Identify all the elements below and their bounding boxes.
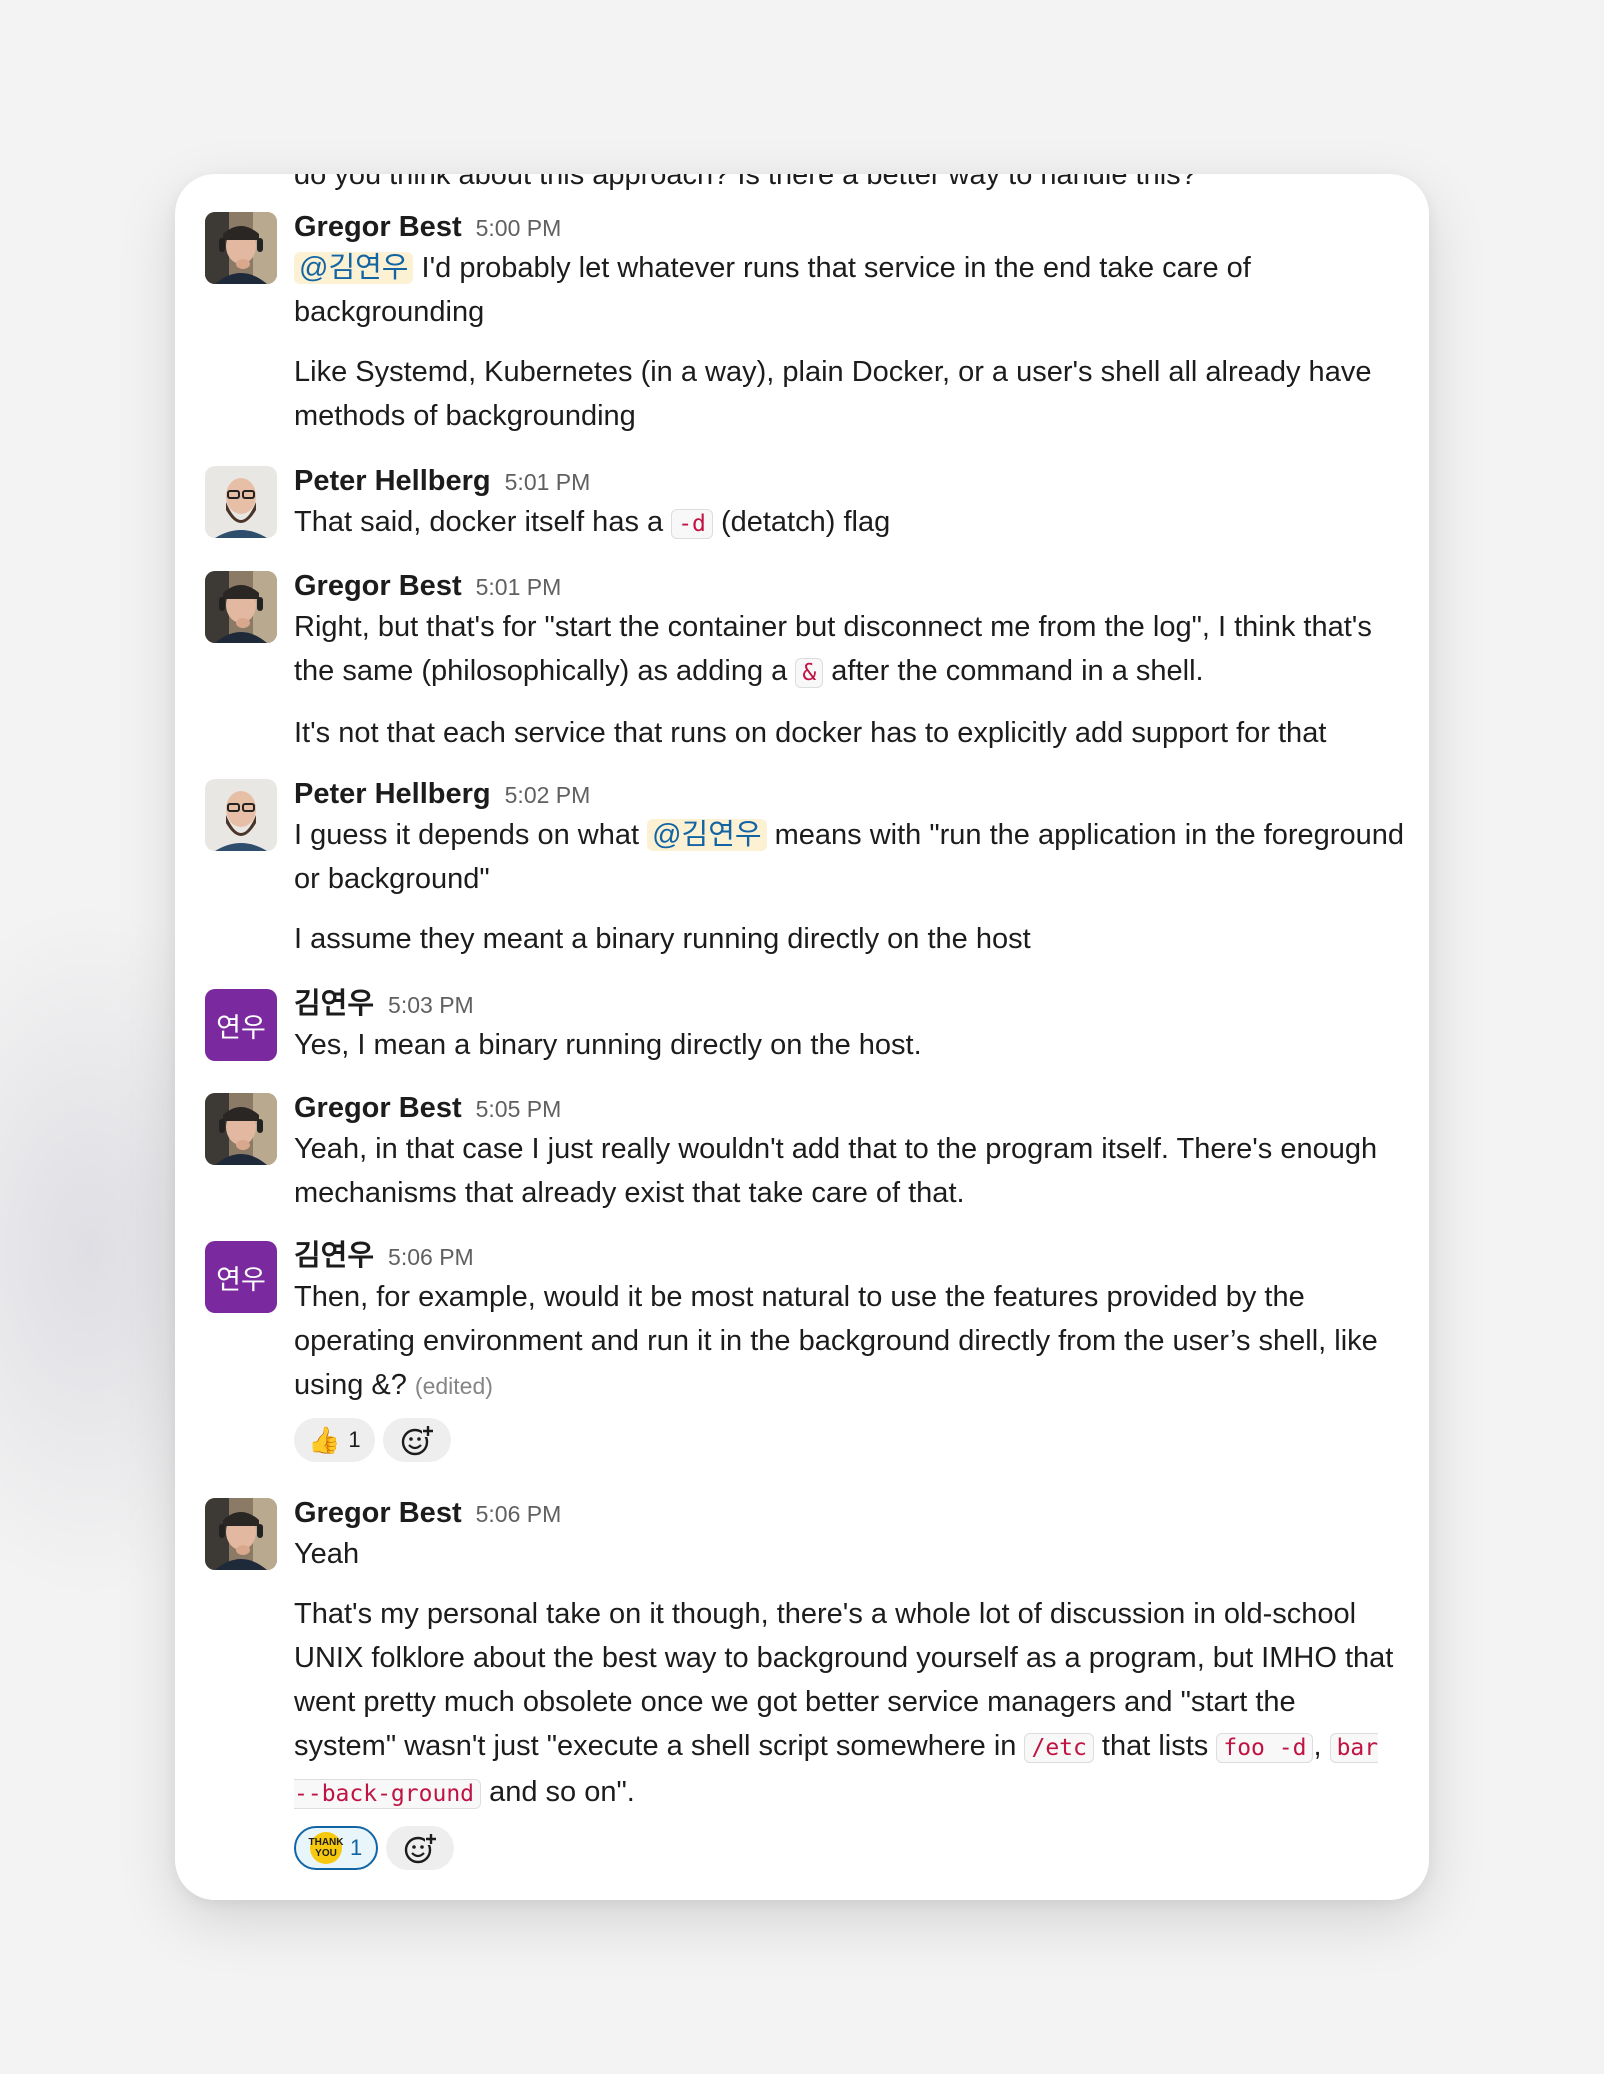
author-name[interactable]: 김연우 xyxy=(294,1240,374,1272)
timestamp[interactable]: 5:03 PM xyxy=(388,992,474,1018)
message-text: Like Systemd, Kubernetes (in a way), pla… xyxy=(294,356,1372,432)
timestamp[interactable]: 5:06 PM xyxy=(476,1501,562,1527)
message-text: after the command in a shell. xyxy=(823,655,1204,687)
cutoff-message-text: do you think about this approach? Is the… xyxy=(294,174,1197,191)
reaction-thank-you[interactable]: THANK YOU 1 xyxy=(294,1826,379,1870)
inline-code: foo -d xyxy=(1216,1733,1314,1763)
message-text: (detatch) flag xyxy=(712,506,891,538)
author-name[interactable]: Peter Hellberg xyxy=(294,778,491,810)
avatar[interactable]: 연우 xyxy=(205,1241,277,1313)
message-text: I'd probably let whatever runs that serv… xyxy=(294,252,1251,328)
message-pane: do you think about this approach? Is the… xyxy=(175,174,1429,1900)
inline-code: & xyxy=(795,658,824,688)
message-text: I assume they meant a binary running dir… xyxy=(294,923,1031,955)
add-reaction-button[interactable] xyxy=(382,1418,451,1462)
message-text: Yes, I mean a binary running directly on… xyxy=(294,1029,922,1061)
avatar[interactable] xyxy=(205,212,277,284)
avatar[interactable] xyxy=(205,571,277,643)
timestamp[interactable]: 5:01 PM xyxy=(505,469,591,495)
avatar[interactable] xyxy=(205,1093,277,1165)
author-name[interactable]: Gregor Best xyxy=(294,1092,462,1124)
author-name[interactable]: Gregor Best xyxy=(294,570,462,602)
message-text: That said, docker itself has a xyxy=(294,506,672,538)
message-text: I guess it depends on what xyxy=(294,819,648,851)
reaction-thumbs-up[interactable]: 👍 1 xyxy=(294,1418,375,1462)
timestamp[interactable]: 5:05 PM xyxy=(476,1096,562,1122)
add-reaction-icon xyxy=(401,1425,434,1456)
message-text: It's not that each service that runs on … xyxy=(294,717,1327,749)
timestamp[interactable]: 5:01 PM xyxy=(476,574,562,600)
thumbs-up-icon: 👍 xyxy=(308,1425,341,1455)
message-text: Yeah, in that case I just really wouldn'… xyxy=(294,1133,1378,1209)
author-name[interactable]: Peter Hellberg xyxy=(294,465,491,497)
timestamp[interactable]: 5:02 PM xyxy=(505,782,591,808)
author-name[interactable]: 김연우 xyxy=(294,988,374,1020)
add-reaction-button[interactable] xyxy=(386,1826,455,1870)
user-mention[interactable]: @김연우 xyxy=(294,252,414,284)
message-text: that lists xyxy=(1093,1730,1217,1762)
inline-code: -d xyxy=(671,509,713,539)
user-mention[interactable]: @김연우 xyxy=(647,819,767,851)
edited-label: (edited) xyxy=(414,1373,493,1399)
author-name[interactable]: Gregor Best xyxy=(294,1497,462,1529)
avatar[interactable] xyxy=(205,779,277,851)
reaction-count: 1 xyxy=(350,1835,363,1860)
thank-you-icon: THANK YOU xyxy=(309,1832,344,1864)
inline-code: /etc xyxy=(1024,1733,1094,1763)
author-name[interactable]: Gregor Best xyxy=(294,211,462,243)
avatar[interactable] xyxy=(205,466,277,538)
message-text: and so on". xyxy=(481,1776,635,1808)
avatar[interactable] xyxy=(205,1498,277,1570)
reaction-count: 1 xyxy=(348,1427,361,1452)
message-text: , xyxy=(1313,1730,1330,1762)
add-reaction-icon xyxy=(405,1833,438,1864)
timestamp[interactable]: 5:00 PM xyxy=(476,215,562,241)
message-text: Yeah xyxy=(294,1538,360,1570)
avatar[interactable]: 연우 xyxy=(205,989,277,1061)
reaction-bar: 👍 1 xyxy=(294,1418,1405,1464)
reaction-bar: THANK YOU 1 xyxy=(294,1826,1405,1872)
timestamp[interactable]: 5:06 PM xyxy=(388,1244,474,1270)
